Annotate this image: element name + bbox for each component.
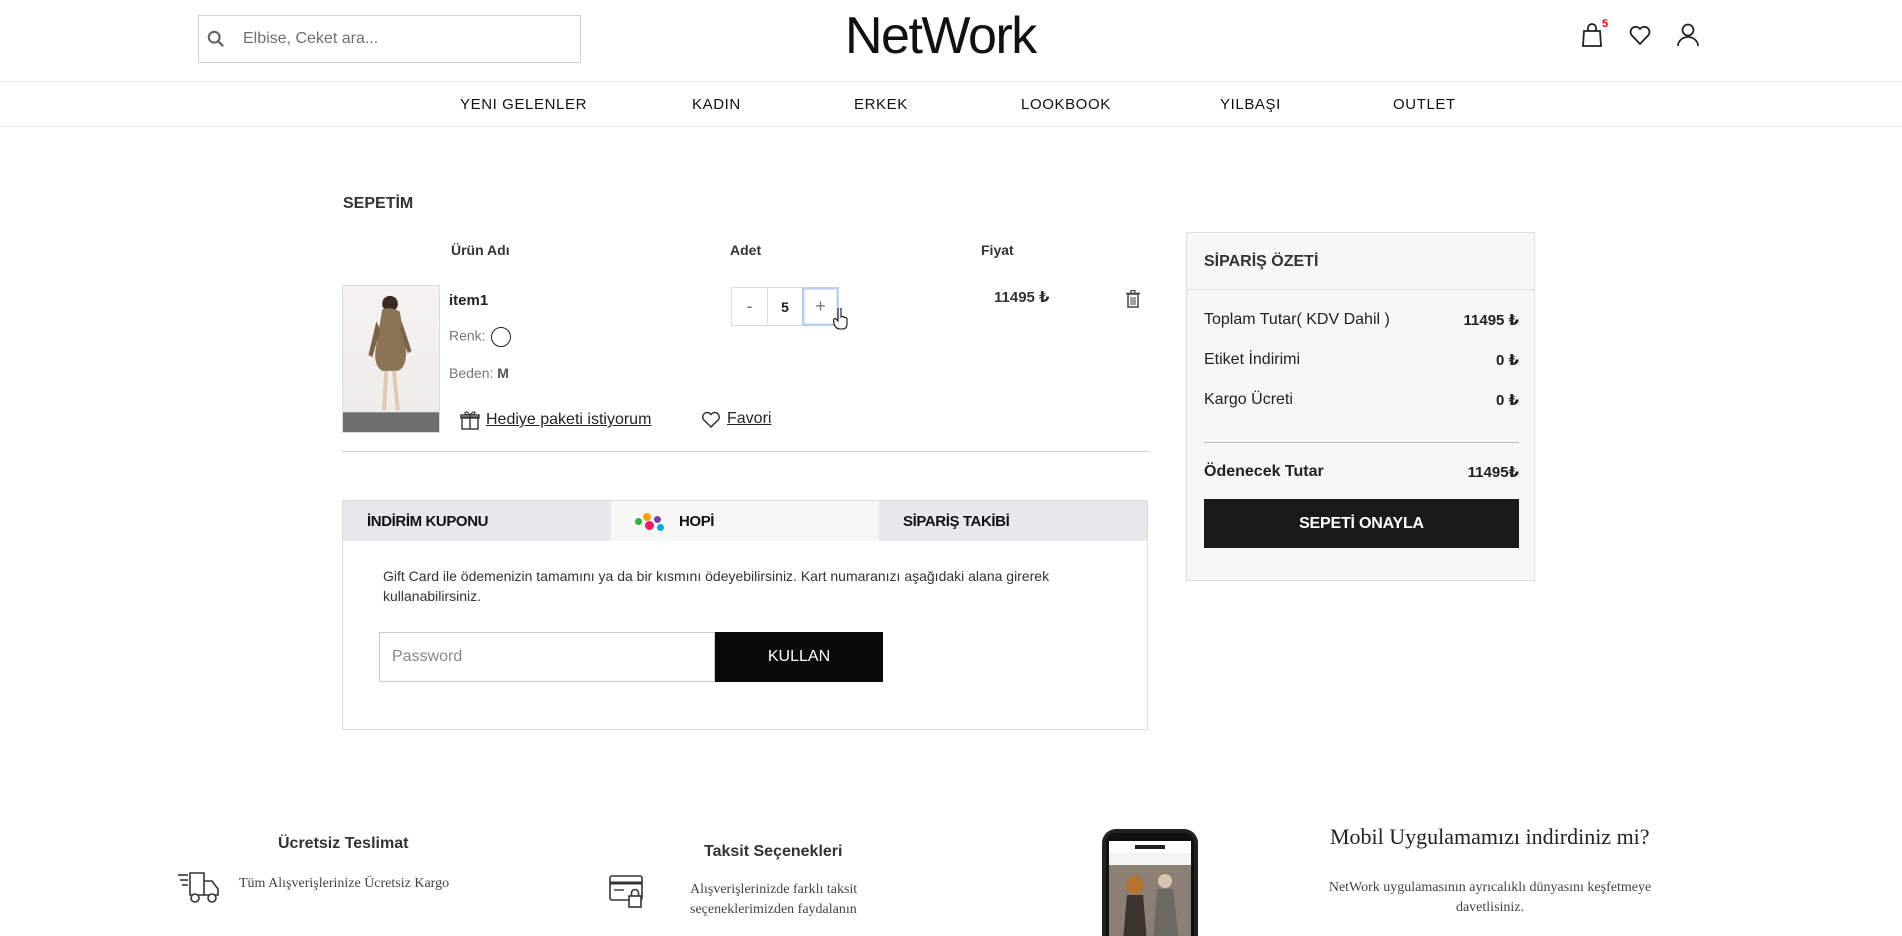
item-name[interactable]: item1 [449, 292, 488, 309]
gift-icon [460, 411, 480, 430]
item-color: Renk: [449, 327, 512, 347]
mobile-app-phone-image [1102, 829, 1198, 936]
cart-button[interactable]: 5 [1580, 18, 1608, 48]
coupon-panel: İNDİRİM KUPONU HOPİ SİPARİŞ TAKİBİ Gift … [342, 500, 1148, 730]
divider [1204, 442, 1519, 443]
heart-icon [1629, 25, 1651, 46]
size-value: M [497, 365, 509, 381]
use-button[interactable]: KULLAN [715, 632, 883, 682]
hopi-logo-icon [635, 510, 667, 532]
gift-card-description: Gift Card ile ödemenizin tamamını ya da … [383, 568, 1050, 604]
credit-card-icon [609, 875, 643, 908]
nav-item-women[interactable]: KADIN [692, 96, 741, 113]
bag-icon [1582, 23, 1602, 47]
nav-item-men[interactable]: ERKEK [854, 96, 908, 113]
column-header-price: Fiyat [981, 242, 1014, 258]
tab-label: İNDİRİM KUPONU [367, 512, 489, 530]
main-nav: YENI GELENLER KADIN ERKEK LOOKBOOK YILBA… [0, 82, 1902, 127]
size-label: Beden: [449, 365, 494, 381]
color-label: Renk: [449, 327, 486, 344]
tab-label: SİPARİŞ TAKİBİ [903, 512, 1010, 530]
summary-row-total: Toplam Tutar( KDV Dahil ) 11495 ₺ [1204, 311, 1519, 329]
search-box[interactable] [198, 15, 581, 63]
tab-label: HOPİ [679, 512, 715, 530]
nav-item-outlet[interactable]: OUTLET [1393, 96, 1456, 113]
product-image[interactable] [342, 285, 440, 433]
hand-cursor-icon [833, 308, 848, 330]
summary-title: SİPARİŞ ÖZETİ [1187, 233, 1534, 290]
installment-text: Alışverişlerinizde farklı taksit seçenek… [690, 882, 858, 917]
shipping-title: Ücretsiz Teslimat [278, 835, 409, 852]
tab-hopi[interactable]: HOPİ [611, 501, 879, 541]
tab-discount-coupon[interactable]: İNDİRİM KUPONU [343, 501, 611, 541]
gift-wrap-link[interactable]: Hediye paketi istiyorum [460, 410, 651, 430]
item-price: 11495 ₺ [994, 289, 1050, 306]
summary-row-payable: Ödenecek Tutar 11495₺ [1204, 463, 1519, 481]
qty-decrease-button[interactable]: - [731, 287, 768, 326]
summary-row-discount: Etiket İndirimi 0 ₺ [1204, 351, 1519, 369]
confirm-cart-button[interactable]: SEPETİ ONAYLA [1204, 499, 1519, 548]
summary-value: 11495 ₺ [1463, 312, 1520, 329]
summary-label: Etiket İndirimi [1204, 351, 1301, 368]
gift-wrap-label: Hediye paketi istiyorum [486, 411, 652, 428]
nav-item-new-year[interactable]: YILBAŞI [1220, 96, 1281, 113]
color-swatch [491, 327, 512, 347]
payable-value: 11495₺ [1467, 464, 1519, 481]
truck-icon [178, 872, 219, 903]
favorites-button[interactable] [1628, 22, 1652, 48]
nav-item-lookbook[interactable]: LOOKBOOK [1021, 96, 1111, 113]
payable-label: Ödenecek Tutar [1204, 463, 1324, 480]
summary-row-shipping: Kargo Ücreti 0 ₺ [1204, 391, 1519, 409]
summary-label: Kargo Ücreti [1204, 391, 1293, 408]
summary-value: 0 ₺ [1496, 392, 1519, 409]
summary-label: Toplam Tutar( KDV Dahil ) [1204, 311, 1390, 328]
item-size: Beden: M [449, 365, 509, 381]
nav-item-new[interactable]: YENI GELENLER [460, 96, 587, 113]
account-button[interactable] [1676, 22, 1700, 48]
app-promo-title: Mobil Uygulamamızı indirdiniz mi? [1330, 824, 1650, 849]
search-icon [207, 30, 225, 48]
heart-icon [702, 411, 720, 428]
cart-title: SEPETİM [343, 195, 414, 212]
shipping-text: Tüm Alışverişlerinize Ücretsiz Kargo [239, 876, 450, 891]
tab-order-tracking[interactable]: SİPARİŞ TAKİBİ [879, 501, 1147, 541]
user-icon [1677, 23, 1699, 47]
quantity-stepper: - 5 + [731, 287, 839, 326]
site-header: NetWork 5 [0, 0, 1902, 82]
divider [342, 451, 1148, 452]
summary-value: 0 ₺ [1496, 352, 1519, 369]
password-field[interactable] [379, 632, 715, 682]
trash-icon[interactable] [1126, 290, 1140, 308]
site-logo[interactable]: NetWork [845, 6, 1037, 66]
column-header-product: Ürün Adı [451, 242, 510, 258]
app-promo-text: NetWork uygulamasının ayrıcalıklı dünyas… [1328, 880, 1652, 915]
favorite-label: Favori [727, 410, 772, 427]
add-favorite-link[interactable]: Favori [701, 410, 771, 428]
qty-value: 5 [768, 287, 802, 326]
cart-count-badge: 5 [1602, 18, 1609, 30]
column-header-qty: Adet [730, 242, 762, 258]
order-summary: SİPARİŞ ÖZETİ Toplam Tutar( KDV Dahil ) … [1186, 232, 1535, 581]
installment-title: Taksit Seçenekleri [704, 843, 843, 860]
search-input[interactable] [243, 30, 563, 48]
